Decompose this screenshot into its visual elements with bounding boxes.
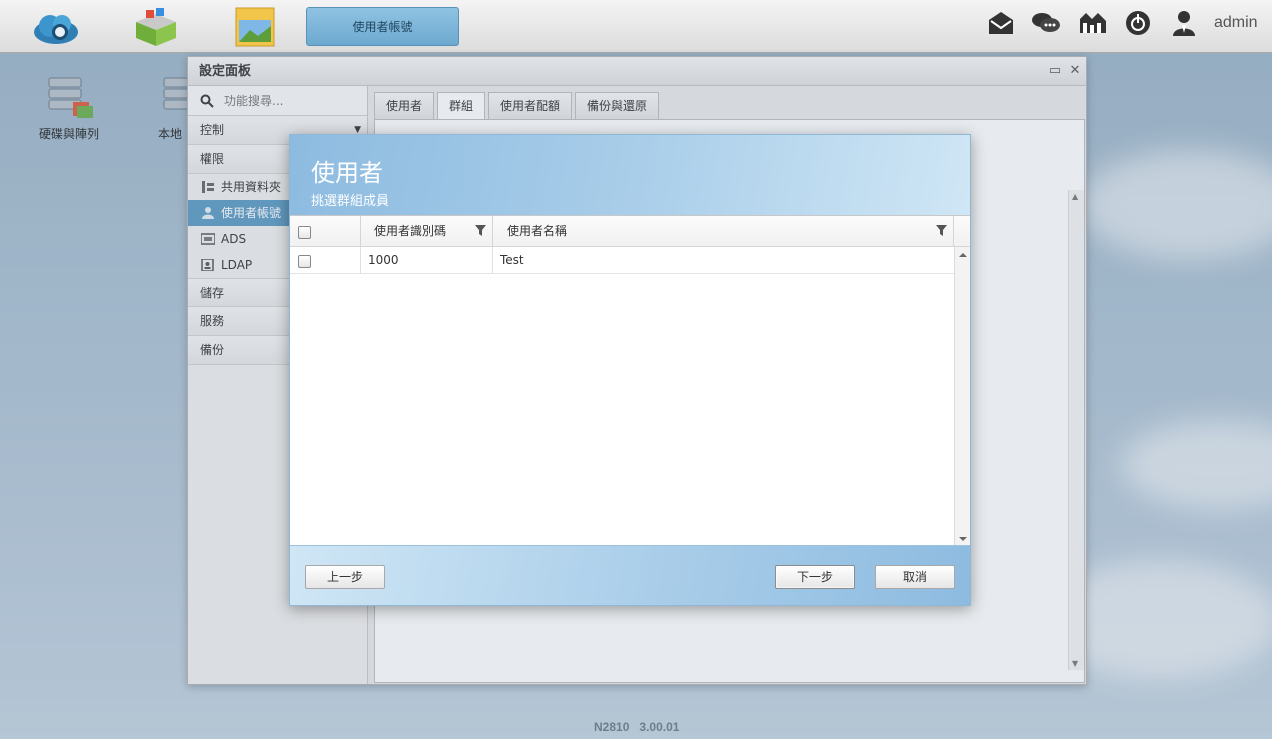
back-button[interactable]: 上一步 [305, 565, 385, 589]
scroll-down-icon[interactable] [959, 537, 967, 541]
filter-icon[interactable] [475, 225, 486, 236]
cell-uid: 1000 [361, 247, 493, 274]
taskbar: 使用者帳號 admin [0, 0, 1272, 53]
dialog-footer: 上一步 下一步 取消 [290, 545, 970, 605]
users-grid: 使用者識別碼 使用者名稱 1000 Test [290, 215, 970, 547]
grid-header: 使用者識別碼 使用者名稱 [290, 216, 970, 247]
filter-icon[interactable] [936, 225, 947, 236]
chat-icon[interactable] [1031, 9, 1061, 37]
dialog-subtitle: 挑選群組成員 [311, 194, 390, 209]
app-center-icon[interactable] [130, 6, 182, 48]
cell-name: Test [500, 253, 524, 267]
cancel-button[interactable]: 取消 [875, 565, 955, 589]
select-group-members-dialog: 使用者 挑選群組成員 使用者識別碼 使用者名稱 1000 Test 上一步 下一… [289, 134, 971, 606]
cloud-storage-icon[interactable] [30, 6, 82, 48]
network-icon[interactable] [1078, 9, 1108, 37]
column-header-label: 使用者名稱 [507, 224, 568, 238]
column-header-name[interactable]: 使用者名稱 [493, 216, 954, 247]
dialog-title: 使用者 [311, 159, 383, 187]
column-header-uid[interactable]: 使用者識別碼 [361, 216, 493, 247]
row-select-cell [290, 247, 361, 274]
row-checkbox[interactable] [298, 255, 311, 268]
next-button[interactable]: 下一步 [775, 565, 855, 589]
file-manager-icon[interactable] [230, 6, 282, 48]
grid-scrollbar[interactable] [954, 247, 970, 547]
table-row[interactable]: 1000 Test [290, 247, 970, 274]
select-all-checkbox[interactable] [298, 226, 311, 239]
taskbar-active-app-button[interactable]: 使用者帳號 [306, 7, 459, 46]
dialog-header: 使用者 挑選群組成員 [290, 135, 970, 215]
mail-icon[interactable] [986, 9, 1016, 37]
user-icon[interactable] [1170, 9, 1200, 37]
username-label[interactable]: admin [1214, 14, 1258, 32]
header-select-cell [290, 216, 361, 247]
scroll-up-icon[interactable] [959, 253, 967, 257]
power-icon[interactable] [1124, 9, 1154, 37]
column-header-label: 使用者識別碼 [374, 224, 447, 238]
